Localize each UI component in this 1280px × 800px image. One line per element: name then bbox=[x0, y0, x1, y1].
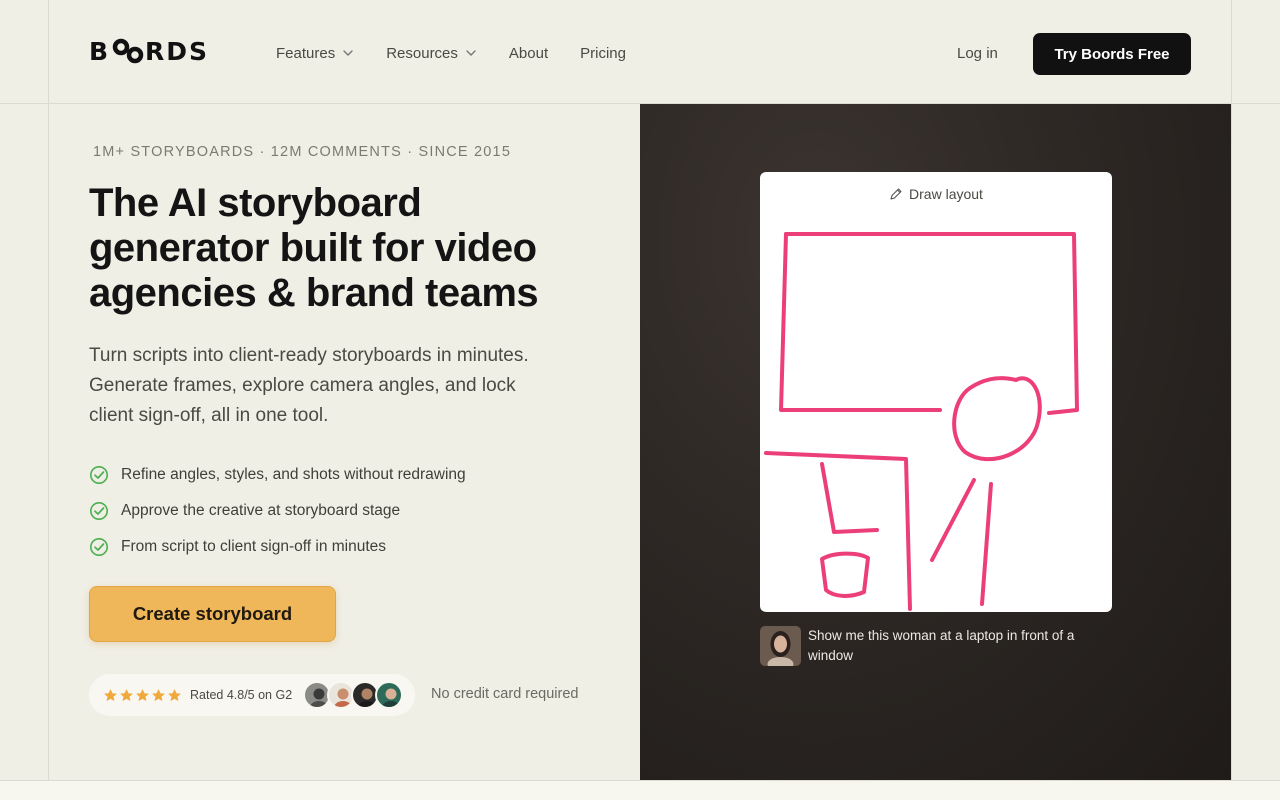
card-title-text: Draw layout bbox=[909, 186, 983, 202]
benefit-list: Refine angles, styles, and shots without… bbox=[89, 457, 466, 565]
chevron-down-icon bbox=[466, 50, 476, 56]
nav-item-label: Features bbox=[276, 44, 336, 62]
site-header: B RDS Features Resources About Pricing L… bbox=[49, 0, 1231, 103]
star-icon bbox=[152, 688, 165, 701]
main-nav: Features Resources About Pricing bbox=[276, 43, 658, 63]
benefit-text: Approve the creative at storyboard stage bbox=[121, 502, 401, 519]
check-circle-icon bbox=[90, 538, 108, 556]
reviewer-avatars bbox=[303, 681, 403, 709]
benefit-item: From script to client sign-off in minute… bbox=[89, 529, 466, 565]
nav-item-label: About bbox=[508, 44, 549, 62]
nav-item-label: Pricing bbox=[580, 44, 626, 62]
avatar bbox=[375, 681, 403, 709]
benefit-item: Refine angles, styles, and shots without… bbox=[89, 457, 466, 493]
hero-media: Draw layout Show me this woman at a lapt… bbox=[640, 104, 1231, 780]
login-link[interactable]: Log in bbox=[957, 45, 998, 62]
prompt-row: Show me this woman at a laptop in front … bbox=[760, 626, 1112, 666]
try-free-button[interactable]: Try Boords Free bbox=[1033, 33, 1191, 75]
card-title: Draw layout bbox=[760, 186, 1112, 202]
logo-wordmark: B RDS bbox=[89, 37, 209, 66]
guide-line-left bbox=[48, 0, 49, 800]
chevron-down-icon bbox=[343, 50, 353, 56]
draw-layout-card[interactable]: Draw layout bbox=[760, 172, 1112, 612]
no-credit-card-note: No credit card required bbox=[431, 686, 579, 702]
guide-line-right bbox=[1231, 0, 1232, 800]
star-icon bbox=[104, 688, 117, 701]
prompt-text: Show me this woman at a laptop in front … bbox=[808, 628, 1075, 663]
benefit-text: Refine angles, styles, and shots without… bbox=[121, 466, 466, 483]
create-storyboard-button[interactable]: Create storyboard bbox=[89, 586, 336, 642]
rating-badge[interactable]: Rated 4.8/5 on G2 bbox=[89, 674, 415, 716]
benefit-text: From script to client sign-off in minute… bbox=[121, 538, 387, 555]
benefit-item: Approve the creative at storyboard stage bbox=[89, 493, 466, 529]
footer-strip bbox=[0, 781, 1280, 800]
boords-logo[interactable]: B RDS bbox=[89, 37, 231, 70]
svg-text:RDS: RDS bbox=[145, 38, 209, 64]
reference-photo bbox=[760, 626, 801, 666]
hero-eyebrow: 1M+ STORYBOARDS · 12M COMMENTS · SINCE 2… bbox=[93, 144, 512, 160]
check-circle-icon bbox=[90, 466, 108, 484]
star-icon bbox=[168, 688, 181, 701]
check-circle-icon bbox=[90, 502, 108, 520]
hero-headline: The AI storyboard generator built for vi… bbox=[89, 181, 539, 315]
svg-text:B: B bbox=[89, 38, 110, 64]
star-icon bbox=[136, 688, 149, 701]
nav-item-pricing[interactable]: Pricing bbox=[580, 43, 626, 63]
sketch-drawing bbox=[764, 232, 1079, 611]
nav-item-resources[interactable]: Resources bbox=[386, 43, 477, 63]
rating-text: Rated 4.8/5 on G2 bbox=[190, 688, 293, 702]
star-rating bbox=[103, 688, 182, 703]
star-icon bbox=[120, 688, 133, 701]
nav-item-label: Resources bbox=[386, 44, 458, 62]
pen-icon bbox=[890, 188, 902, 200]
hero-lede: Turn scripts into client-ready storyboar… bbox=[89, 345, 529, 426]
nav-item-features[interactable]: Features bbox=[276, 43, 354, 63]
nav-item-about[interactable]: About bbox=[509, 43, 548, 63]
